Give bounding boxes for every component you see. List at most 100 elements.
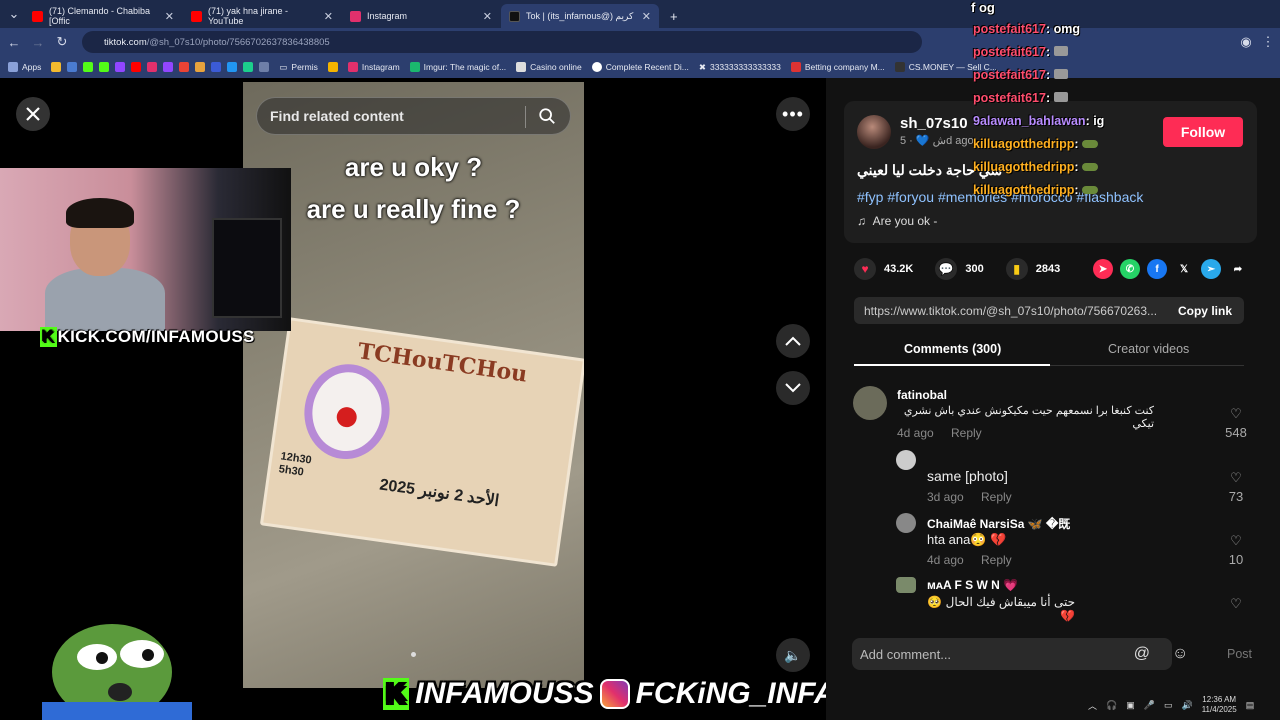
reply-button[interactable]: Reply [951,426,982,440]
follow-button[interactable]: Follow [1163,117,1243,147]
bookmark-stats[interactable] [327,62,338,72]
new-tab-button[interactable]: + [662,4,686,28]
bookmark-betting[interactable]: Betting company M... [790,62,885,72]
site-icon [227,62,238,72]
kick-icon [99,62,110,72]
cat-emote-icon [1053,69,1068,79]
post-comment-button[interactable]: Post [1227,647,1252,661]
forward-icon[interactable]: → [26,35,50,50]
bookmark-apps[interactable]: Apps [8,62,41,72]
tab-creator-videos[interactable]: Creator videos [1108,342,1189,356]
reply-like-count: 10 [1228,552,1244,567]
headset-icon[interactable]: 🎧 [1106,700,1117,711]
close-tab-icon[interactable]: ✕ [165,10,174,23]
previous-post-button[interactable] [776,324,810,358]
tab-list-icon[interactable]: ⌄ [2,6,26,22]
post-photo[interactable]: are u oky ? are u really fine ? TCHouTCH… [243,82,584,688]
post-music[interactable]: ♫ Are you ok - [857,214,937,228]
mention-icon[interactable]: @ [1134,645,1150,663]
bookmark-casino[interactable]: Casino online [516,62,582,72]
emote-icon [1082,163,1099,171]
network-icon[interactable]: ▭ [1164,700,1173,711]
reply-author[interactable]: ChaiMaê NarsiSa 🦋 �既 [927,515,1070,532]
telegram-icon[interactable]: ➣ [1201,259,1221,279]
reply-avatar[interactable] [896,577,916,593]
search-icon[interactable] [538,107,556,125]
reply-like-heart-icon[interactable]: ♡ [1216,533,1256,549]
like-button[interactable]: ♥ [854,258,876,280]
bookmark-instagram[interactable]: Instagram [347,62,400,72]
find-related-search[interactable]: Find related content [256,97,571,135]
bookmark-shortcuts[interactable] [51,62,270,72]
save-button[interactable]: ▮ [1005,258,1028,280]
mic-icon[interactable]: 🎤 [1144,700,1155,711]
tab-instagram[interactable]: Instagram ✕ [342,4,500,28]
reply-text: same [photo] [927,468,1008,484]
audio-device-icon[interactable]: ▣ [1126,700,1135,711]
slide-indicator-dot[interactable] [411,652,416,657]
twitch-icon [115,62,126,72]
close-tab-icon[interactable]: ✕ [642,10,651,23]
reply-button[interactable]: Reply [981,553,1012,567]
reload-icon[interactable]: ↻ [50,34,74,50]
next-post-button[interactable] [776,371,810,405]
add-comment-placeholder: Add comment... [860,646,952,662]
heart-icon: ♥ [861,262,869,276]
more-options-button[interactable]: ••• [776,97,810,131]
bookmarks-bar: Apps ▭ Permis Instagram Imgur: The magic … [0,56,1280,78]
volume-button[interactable]: 🔈 [776,638,810,672]
reply-author[interactable]: ᴍᴀA F S W N 💗 [927,578,1018,592]
url-field[interactable]: tiktok.com/@sh_07s10/photo/7566702637836… [82,31,922,53]
tab-youtube-2[interactable]: (71) yak hna jirane - YouTube ✕ [183,4,341,28]
copy-link-button[interactable]: Copy link [1178,304,1232,318]
reply-button[interactable]: Reply [981,490,1012,504]
comment-button[interactable]: 💬 [935,258,958,280]
author-avatar[interactable] [857,115,891,149]
tab-youtube-1[interactable]: (71) Clemando - Chabiba [Offic ✕ [24,4,182,28]
x-twitter-icon[interactable]: 𝕏 [1174,259,1194,279]
facebook-icon[interactable]: f [1147,259,1167,279]
tab-comments[interactable]: Comments (300) [904,342,1001,356]
bookmark-github[interactable]: Complete Recent Di... [591,62,689,72]
volume-icon[interactable]: 🔊 [1181,700,1192,711]
emoji-icon[interactable]: ☺ [1172,645,1188,663]
share-icon[interactable]: ➦ [1228,259,1248,279]
reply-time: 3d ago [927,490,964,504]
close-tab-icon[interactable]: ✕ [324,10,333,23]
author-username[interactable]: sh_07s10 [900,115,968,132]
emote-icon [1082,140,1099,148]
reply-avatar[interactable] [896,513,916,533]
post-link-text[interactable]: https://www.tiktok.com/@sh_07s10/photo/7… [864,304,1157,318]
comment-author[interactable]: fatinobal [897,388,947,402]
site-icon [211,62,222,72]
youtube-icon [32,10,43,22]
clock[interactable]: 12:36 AM 11/4/2025 [1202,695,1237,715]
webcam-person-body [45,268,165,331]
photo-caption-line2: are u really fine ? [306,194,521,224]
menu-icon[interactable]: ⋮ [1256,34,1280,50]
whatsapp-icon[interactable]: ✆ [1120,259,1140,279]
tray-expand-icon[interactable]: ︿ [1088,699,1097,712]
notification-icon[interactable]: ▤ [1246,700,1255,711]
close-tab-icon[interactable]: ✕ [483,10,492,23]
bookmark-333[interactable]: ✖ 333333333333333 [699,62,781,73]
folder-icon: ▭ [279,61,288,72]
reply-like-heart-icon[interactable]: ♡ [1216,470,1256,486]
profile-icon[interactable]: ◉ [1234,34,1258,50]
add-comment-input[interactable]: Add comment... @ [852,638,1172,670]
tab-title: (71) Clemando - Chabiba [Offic [49,6,151,26]
share-options: ➤ ✆ f 𝕏 ➣ ➦ [1093,259,1248,279]
tab-tiktok[interactable]: Tok | (its_infamous@) كريم ✕ [501,4,659,28]
back-icon[interactable]: ← [2,35,26,50]
bookmark-permis[interactable]: ▭ Permis [279,62,317,73]
reply-like-heart-icon[interactable]: ♡ [1216,596,1256,612]
comment-like-heart-icon[interactable]: ♡ [1216,406,1256,422]
reply-like-count: 73 [1228,489,1244,504]
close-viewer-button[interactable] [16,97,50,131]
comment-avatar[interactable] [853,386,887,420]
reply-avatar[interactable] [896,450,916,470]
bookmark-imgur[interactable]: Imgur: The magic of... [409,62,506,72]
send-icon[interactable]: ➤ [1093,259,1113,279]
like-count: 43.2K [884,263,914,275]
site-icon [195,62,206,72]
